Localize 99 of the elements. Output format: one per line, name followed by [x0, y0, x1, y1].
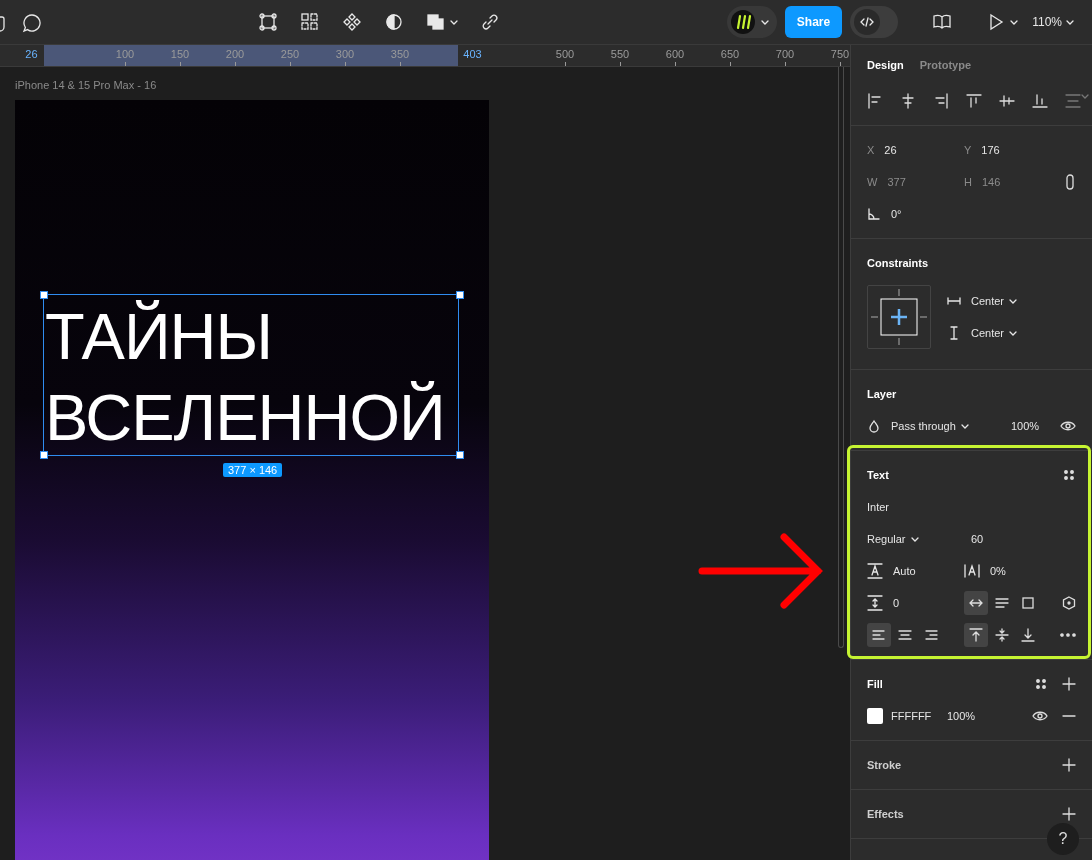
- section-title: Stroke: [867, 759, 902, 771]
- styles-icon[interactable]: [1034, 677, 1048, 691]
- frame-icon[interactable]: [258, 12, 278, 32]
- align-center-icon[interactable]: [900, 93, 916, 109]
- letter-spacing-field[interactable]: 0%: [990, 565, 1006, 577]
- panel-tab[interactable]: Design: [867, 59, 904, 71]
- eye-icon[interactable]: [1060, 419, 1076, 433]
- align-left-icon[interactable]: [867, 93, 883, 109]
- line-height-field[interactable]: Auto: [893, 565, 916, 577]
- resize-handle[interactable]: [40, 291, 48, 299]
- scrollbar[interactable]: [838, 67, 844, 648]
- styles-icon[interactable]: [1062, 468, 1076, 482]
- headline-text[interactable]: ТАЙНЫ: [45, 296, 445, 377]
- align-middle-icon[interactable]: [999, 93, 1015, 109]
- plus-icon[interactable]: [1062, 807, 1076, 821]
- ruler-label: 700: [775, 48, 795, 60]
- resize-handle[interactable]: [40, 451, 48, 459]
- vertical-constraint-dropdown[interactable]: Center: [971, 327, 1018, 339]
- position-field[interactable]: 176: [981, 144, 1000, 156]
- panel-tab[interactable]: Prototype: [919, 59, 972, 71]
- position-field[interactable]: 26: [884, 144, 897, 156]
- ruler-selection-label: 26: [25, 48, 38, 60]
- selection-box[interactable]: [43, 294, 459, 456]
- color-swatch[interactable]: [867, 708, 883, 724]
- ruler-label: 750: [830, 48, 850, 60]
- field-label: Y: [964, 144, 972, 156]
- opacity-field[interactable]: 100%: [1011, 420, 1040, 432]
- constraints-widget[interactable]: [867, 285, 931, 349]
- resize-handle[interactable]: [456, 291, 464, 299]
- section-title: Fill: [867, 678, 883, 690]
- help-button[interactable]: ?: [1047, 823, 1079, 855]
- letter-spacing-icon: [964, 563, 980, 579]
- type-settings-icon[interactable]: [1062, 596, 1076, 610]
- paragraph-spacing-field[interactable]: 0: [893, 597, 900, 609]
- dev-mode-toggle[interactable]: [850, 6, 899, 38]
- blend-mode-dropdown[interactable]: Pass through: [891, 420, 969, 432]
- font-weight-dropdown[interactable]: Regular: [867, 533, 919, 545]
- fixed-size-icon: [1020, 595, 1036, 611]
- code-icon: [859, 15, 876, 29]
- ruler-label: 200: [225, 48, 245, 60]
- auto-width-button[interactable]: [964, 591, 988, 615]
- angle-icon: [867, 207, 881, 221]
- align-right-icon[interactable]: [933, 93, 949, 109]
- grid-icon[interactable]: [300, 12, 320, 32]
- section-title: Constraints: [867, 257, 929, 269]
- left-button[interactable]: [867, 623, 891, 647]
- field-label: W: [867, 176, 878, 188]
- field-label: X: [867, 144, 875, 156]
- comment-icon[interactable]: [22, 13, 42, 33]
- ruler-label: 350: [390, 48, 410, 60]
- section-title: Text: [867, 469, 889, 481]
- link-icon[interactable]: [480, 12, 500, 32]
- paragraph-spacing-icon: [867, 595, 883, 611]
- auto-height-icon: [994, 595, 1010, 611]
- ruler-selection-label: 403: [463, 48, 482, 60]
- zoom-dropdown[interactable]: 110%: [1026, 14, 1080, 30]
- blend-icon: [867, 419, 881, 433]
- lock-ratio-icon[interactable]: [1064, 174, 1076, 190]
- ruler-label: 300: [335, 48, 355, 60]
- boolean-icon[interactable]: [426, 12, 446, 32]
- plus-icon[interactable]: [1062, 677, 1076, 691]
- frame-label[interactable]: iPhone 14 & 15 Pro Max - 16: [15, 79, 157, 91]
- size-badge: 377 × 146: [223, 463, 283, 477]
- more-icon[interactable]: [1060, 632, 1076, 638]
- plus-icon[interactable]: [1062, 758, 1076, 772]
- horizontal-constraint-dropdown[interactable]: Center: [971, 295, 1018, 307]
- bottom-icon: [1020, 627, 1036, 643]
- ruler-label: 550: [610, 48, 630, 60]
- align-bottom-icon[interactable]: [1032, 93, 1048, 109]
- font-size-field[interactable]: 60: [971, 533, 984, 545]
- font-family-field[interactable]: Inter: [867, 501, 889, 513]
- center-icon: [897, 627, 913, 643]
- middle-icon: [994, 627, 1010, 643]
- resize-handle[interactable]: [456, 451, 464, 459]
- align-top-icon[interactable]: [966, 93, 982, 109]
- component-icon[interactable]: [342, 12, 362, 32]
- field-label: H: [964, 176, 972, 188]
- top-icon: [968, 627, 984, 643]
- rotation-field[interactable]: 0°: [891, 208, 902, 220]
- contrast-icon[interactable]: [384, 12, 404, 32]
- distribute-icon[interactable]: [1065, 93, 1081, 109]
- ruler-label: 650: [720, 48, 740, 60]
- section-title: Layer: [867, 388, 897, 400]
- ruler-label: 250: [280, 48, 300, 60]
- fill-opacity-field[interactable]: 100%: [947, 710, 976, 722]
- phone-frame[interactable]: [15, 100, 489, 860]
- eye-icon[interactable]: [1032, 709, 1048, 723]
- headline-text[interactable]: ВСЕЛЕННОЙ: [45, 377, 445, 458]
- top-button[interactable]: [964, 623, 988, 647]
- section-title: Effects: [867, 808, 904, 820]
- ruler-label: 100: [115, 48, 135, 60]
- right-icon: [923, 627, 939, 643]
- ruler-label: 500: [555, 48, 575, 60]
- ruler-label: 600: [665, 48, 685, 60]
- left-icon: [871, 627, 887, 643]
- hex-field[interactable]: FFFFFF: [891, 710, 932, 722]
- user-avatar-button[interactable]: [726, 6, 777, 38]
- ruler-label: 150: [170, 48, 190, 60]
- line-height-icon: [867, 563, 883, 579]
